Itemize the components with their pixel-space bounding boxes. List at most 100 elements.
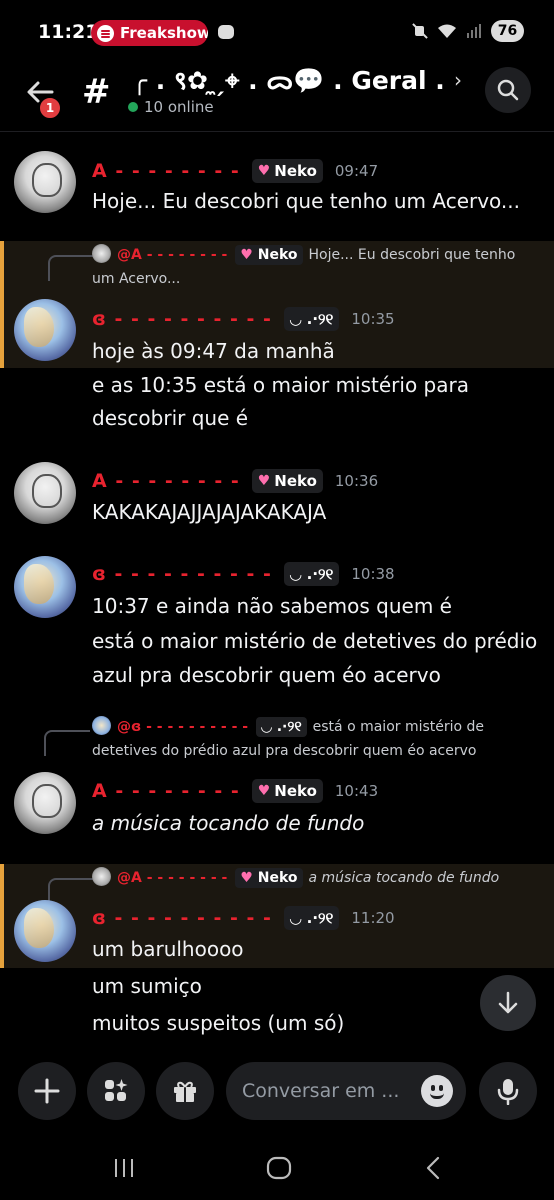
plus-icon bbox=[34, 1078, 60, 1104]
server-tag[interactable]: ♥ Neko bbox=[251, 779, 323, 803]
server-tag[interactable]: ♥ Neko bbox=[251, 159, 323, 183]
server-tag[interactable]: ◡ .·୨୧ bbox=[283, 562, 340, 586]
server-tag-label: Neko bbox=[274, 782, 317, 800]
message-meta: ɞ ‑ ‑ ‑ ‑ ‑ ‑ ‑ ‑ ‑ ‑ ◡ .·୨୧ 10:35 bbox=[92, 307, 395, 331]
message[interactable]: ɞ ‑ ‑ ‑ ‑ ‑ ‑ ‑ ‑ ‑ ‑ ◡ .·୨୧ 10:38 10:37… bbox=[0, 538, 554, 698]
reply-server-tag: ♥ Neko bbox=[235, 868, 303, 888]
heart-icon: ♥ bbox=[257, 473, 271, 489]
apps-sparkle-icon bbox=[105, 1079, 128, 1101]
message-text: descobrir que é bbox=[92, 406, 249, 430]
spotify-icon bbox=[97, 24, 114, 42]
online-text: 10 online bbox=[144, 98, 214, 116]
text-channel-icon: # bbox=[82, 72, 111, 112]
search-button[interactable] bbox=[485, 67, 531, 113]
reply-server-tag: ♥ Neko bbox=[235, 245, 303, 265]
author-name[interactable]: A ‑ ‑ ‑ ‑ ‑ ‑ ‑ ‑ bbox=[92, 470, 240, 492]
reply-avatar bbox=[92, 867, 111, 886]
battery-indicator: 76 bbox=[491, 20, 524, 42]
message-meta: A ‑ ‑ ‑ ‑ ‑ ‑ ‑ ‑ ♥ Neko 09:47 bbox=[92, 159, 378, 183]
message[interactable]: @ɞ ‑ ‑ ‑ ‑ ‑ ‑ ‑ ‑ ‑ ‑ ◡ .·୨୧ está o maior… bbox=[0, 708, 554, 858]
reply-avatar bbox=[92, 716, 111, 735]
reply-preview[interactable]: @A ‑ ‑ ‑ ‑ ‑ ‑ ‑ ‑ ♥ Neko Hoje... Eu desco… bbox=[92, 243, 532, 291]
message-text: um barulhoooo bbox=[92, 937, 244, 961]
message-mention-highlight[interactable]: @A ‑ ‑ ‑ ‑ ‑ ‑ ‑ ‑ ♥ Neko Hoje... Eu desco… bbox=[0, 241, 554, 368]
message-continuation[interactable]: e as 10:35 está o maior mistério para de… bbox=[0, 368, 554, 448]
recents-icon bbox=[115, 1159, 133, 1177]
server-tag[interactable]: ◡ .·୨୧ bbox=[283, 307, 340, 331]
search-icon bbox=[497, 79, 519, 101]
online-dot-icon bbox=[128, 102, 138, 112]
message[interactable]: A ‑ ‑ ‑ ‑ ‑ ‑ ‑ ‑ ♥ Neko 10:36 KAKAKAJAJJ… bbox=[0, 448, 554, 538]
server-tag[interactable]: ♥ Neko bbox=[251, 469, 323, 493]
recent-apps-button[interactable] bbox=[104, 1150, 144, 1186]
reply-connector bbox=[48, 255, 94, 281]
message-text: está o maior mistério de detetives do pr… bbox=[92, 629, 538, 653]
message-text: e as 10:35 está o maior mistério para bbox=[92, 373, 469, 397]
author-name[interactable]: ɞ ‑ ‑ ‑ ‑ ‑ ‑ ‑ ‑ ‑ ‑ bbox=[92, 907, 272, 929]
avatar[interactable] bbox=[14, 556, 76, 618]
server-tag[interactable]: ◡ .·୨୧ bbox=[283, 906, 340, 930]
message-input-field[interactable] bbox=[226, 1062, 466, 1120]
mute-icon bbox=[412, 23, 428, 39]
avatar[interactable] bbox=[14, 151, 76, 213]
avatar[interactable] bbox=[14, 299, 76, 361]
author-name[interactable]: ɞ ‑ ‑ ‑ ‑ ‑ ‑ ‑ ‑ ‑ ‑ bbox=[92, 563, 272, 585]
author-name[interactable]: ɞ ‑ ‑ ‑ ‑ ‑ ‑ ‑ ‑ ‑ ‑ bbox=[92, 308, 272, 330]
message-text: 10:37 e ainda não sabemos quem é bbox=[92, 594, 452, 618]
author-name[interactable]: A ‑ ‑ ‑ ‑ ‑ ‑ ‑ ‑ bbox=[92, 780, 240, 802]
avatar[interactable] bbox=[14, 900, 76, 962]
reply-connector bbox=[44, 730, 90, 756]
message-text: hoje às 09:47 da manhã bbox=[92, 339, 335, 363]
message-text: azul pra descobrir quem éo acervo bbox=[92, 663, 441, 687]
chevron-right-icon[interactable]: › bbox=[454, 68, 462, 92]
jump-to-latest-button[interactable] bbox=[480, 975, 536, 1031]
timestamp: 10:36 bbox=[334, 472, 379, 490]
gift-icon bbox=[174, 1081, 196, 1102]
message-meta: ɞ ‑ ‑ ‑ ‑ ‑ ‑ ‑ ‑ ‑ ‑ ◡ .·୨୧ 11:20 bbox=[92, 906, 395, 930]
message-input[interactable] bbox=[242, 1062, 412, 1120]
heart-icon: ♥ bbox=[240, 870, 253, 886]
arrow-down-icon bbox=[498, 991, 518, 1014]
spotify-now-playing-pill[interactable]: Freakshow bbox=[91, 20, 208, 46]
author-name[interactable]: A ‑ ‑ ‑ ‑ ‑ ‑ ‑ ‑ bbox=[92, 160, 240, 182]
attach-button[interactable] bbox=[18, 1062, 76, 1120]
reply-author: @A ‑ ‑ ‑ ‑ ‑ ‑ ‑ ‑ bbox=[117, 247, 228, 263]
apps-button[interactable] bbox=[87, 1062, 145, 1120]
online-count: 10 online bbox=[128, 98, 214, 116]
message-text: a música tocando de fundo bbox=[92, 811, 365, 835]
reply-preview[interactable]: @ɞ ‑ ‑ ‑ ‑ ‑ ‑ ‑ ‑ ‑ ‑ ◡ .·୨୧ está o maior… bbox=[92, 715, 532, 763]
message-list[interactable]: A ‑ ‑ ‑ ‑ ‑ ‑ ‑ ‑ ♥ Neko 09:47 Hoje... Eu… bbox=[0, 133, 554, 1047]
message-mention-highlight[interactable]: @A ‑ ‑ ‑ ‑ ‑ ‑ ‑ ‑ ♥ Neko a música tocando… bbox=[0, 864, 554, 968]
message-text: KAKAKAJAJJAJAJAKAKAJA bbox=[92, 500, 327, 524]
signal-icon bbox=[467, 24, 481, 38]
system-back-button[interactable] bbox=[414, 1150, 454, 1186]
timestamp: 09:47 bbox=[334, 162, 379, 180]
reply-server-tag: ◡ .·୨୧ bbox=[256, 717, 307, 737]
voice-message-button[interactable] bbox=[479, 1062, 537, 1120]
timestamp: 10:38 bbox=[351, 565, 395, 583]
server-tag-label: ◡ .·୨୧ bbox=[289, 565, 334, 583]
spotify-track-label: Freakshow bbox=[120, 24, 208, 42]
reply-connector bbox=[48, 878, 94, 904]
server-tag-label: Neko bbox=[274, 472, 317, 490]
reply-tag-label: Neko bbox=[257, 870, 298, 886]
message[interactable]: A ‑ ‑ ‑ ‑ ‑ ‑ ‑ ‑ ♥ Neko 09:47 Hoje... Eu… bbox=[0, 133, 554, 241]
timestamp: 10:43 bbox=[334, 782, 379, 800]
message-continuation[interactable]: um sumiço muitos suspeitos (um só) bbox=[0, 968, 554, 1047]
chevron-left-icon bbox=[426, 1156, 440, 1180]
message-meta: A ‑ ‑ ‑ ‑ ‑ ‑ ‑ ‑ ♥ Neko 10:36 bbox=[92, 469, 378, 493]
gift-button[interactable] bbox=[156, 1062, 214, 1120]
avatar[interactable] bbox=[14, 772, 76, 834]
channel-name[interactable]: ╭ . ९✿ ̼ ̗⌖ . ᯅ💬 . Geral . … bbox=[132, 64, 452, 98]
server-tag-label: ◡ .·୨୧ bbox=[289, 310, 334, 328]
emoji-button[interactable] bbox=[421, 1075, 453, 1107]
status-bar: 11:21 Freakshow 76 bbox=[0, 0, 554, 64]
reply-preview[interactable]: @A ‑ ‑ ‑ ‑ ‑ ‑ ‑ ‑ ♥ Neko a música tocando… bbox=[92, 866, 532, 890]
avatar[interactable] bbox=[14, 462, 76, 524]
reply-text: a música tocando de fundo bbox=[308, 870, 500, 886]
home-button[interactable] bbox=[259, 1150, 299, 1186]
heart-icon: ♥ bbox=[257, 783, 271, 799]
timestamp: 10:35 bbox=[351, 310, 395, 328]
message-text: muitos suspeitos (um só) bbox=[92, 1011, 345, 1035]
reply-author: @A ‑ ‑ ‑ ‑ ‑ ‑ ‑ ‑ bbox=[117, 870, 228, 886]
